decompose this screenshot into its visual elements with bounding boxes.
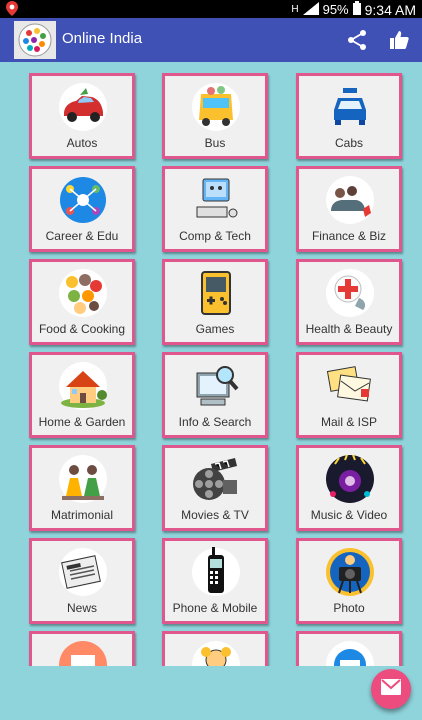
tile-label: Phone & Mobile: [172, 601, 258, 615]
tile-autos[interactable]: Autos: [29, 73, 135, 159]
app-logo-icon: [14, 21, 56, 59]
gameboy-icon: [191, 268, 241, 318]
tile-news[interactable]: News: [29, 538, 135, 624]
tile-label: Comp & Tech: [179, 229, 251, 243]
tile-label: Finance & Biz: [311, 229, 387, 243]
music-icon: [325, 454, 375, 504]
tile-label: Info & Search: [178, 415, 252, 429]
thumbs-up-icon[interactable]: [388, 29, 410, 51]
share-icon[interactable]: [346, 29, 368, 51]
tile-music-video[interactable]: Music & Video: [296, 445, 402, 531]
house-icon: [58, 361, 108, 411]
tile-career-edu[interactable]: Career & Edu: [29, 166, 135, 252]
clock: 9:34 AM: [364, 1, 416, 18]
tile-icon-1: [58, 640, 108, 666]
tile-label: Health & Beauty: [305, 322, 393, 336]
app-title: Online India: [62, 30, 143, 47]
tile-home-garden[interactable]: Home & Garden: [29, 352, 135, 438]
tile-row7-1[interactable]: [29, 631, 135, 666]
battery-icon: [352, 1, 361, 18]
newspaper-icon: [58, 547, 108, 597]
tile-label: Career & Edu: [45, 229, 119, 243]
location-icon: [6, 1, 18, 19]
tile-info-search[interactable]: Info & Search: [162, 352, 268, 438]
tile-label: Matrimonial: [50, 508, 113, 522]
signal-icon: [302, 1, 319, 18]
search-computer-icon: [191, 361, 241, 411]
status-bar: H 95% 9:34 AM: [0, 0, 422, 18]
health-icon: [325, 268, 375, 318]
phone-icon: [191, 547, 241, 597]
camera-icon: [325, 547, 375, 597]
tile-finance-biz[interactable]: Finance & Biz: [296, 166, 402, 252]
tile-label: Home & Garden: [38, 415, 126, 429]
bus-icon: [191, 82, 241, 132]
tile-icon-2: [191, 640, 241, 666]
tile-bus[interactable]: Bus: [162, 73, 268, 159]
tile-label: Bus: [204, 136, 226, 150]
tile-matrimonial[interactable]: Matrimonial: [29, 445, 135, 531]
tile-label: Food & Cooking: [38, 322, 126, 336]
tile-cabs[interactable]: Cabs: [296, 73, 402, 159]
taxi-icon: [325, 82, 375, 132]
tile-movies-tv[interactable]: Movies & TV: [162, 445, 268, 531]
app-bar: Online India: [0, 18, 422, 62]
tile-label: Photo: [333, 601, 365, 615]
car-icon: [58, 82, 108, 132]
mail-fab-button[interactable]: [371, 669, 411, 709]
mail-icon: [325, 361, 375, 411]
tile-mail-isp[interactable]: Mail & ISP: [296, 352, 402, 438]
tile-label: Movies & TV: [181, 508, 249, 522]
finance-icon: [325, 175, 375, 225]
tile-label: Mail & ISP: [320, 415, 377, 429]
tile-label: Music & Video: [310, 508, 388, 522]
tile-comp-tech[interactable]: Comp & Tech: [162, 166, 268, 252]
mail-envelope-icon: [381, 678, 401, 700]
tile-label: Cabs: [334, 136, 363, 150]
tile-icon-3: [325, 640, 375, 666]
tile-label: News: [66, 601, 97, 615]
tile-games[interactable]: Games: [162, 259, 268, 345]
tile-photo[interactable]: Photo: [296, 538, 402, 624]
tile-health-beauty[interactable]: Health & Beauty: [296, 259, 402, 345]
tile-food-cooking[interactable]: Food & Cooking: [29, 259, 135, 345]
career-icon: [58, 175, 108, 225]
tile-phone-mobile[interactable]: Phone & Mobile: [162, 538, 268, 624]
tile-row7-3[interactable]: [296, 631, 402, 666]
food-icon: [58, 268, 108, 318]
network-type: H: [291, 4, 299, 15]
computer-icon: [191, 175, 241, 225]
tile-row7-2[interactable]: [162, 631, 268, 666]
battery-percent: 95%: [322, 2, 349, 17]
film-reel-icon: [191, 454, 241, 504]
tile-label: Games: [195, 322, 235, 336]
tile-label: Autos: [66, 136, 98, 150]
wedding-icon: [58, 454, 108, 504]
category-grid: Autos Bus Cabs Career & Edu Comp & Tech …: [0, 62, 422, 666]
bottom-bar: [0, 666, 422, 720]
